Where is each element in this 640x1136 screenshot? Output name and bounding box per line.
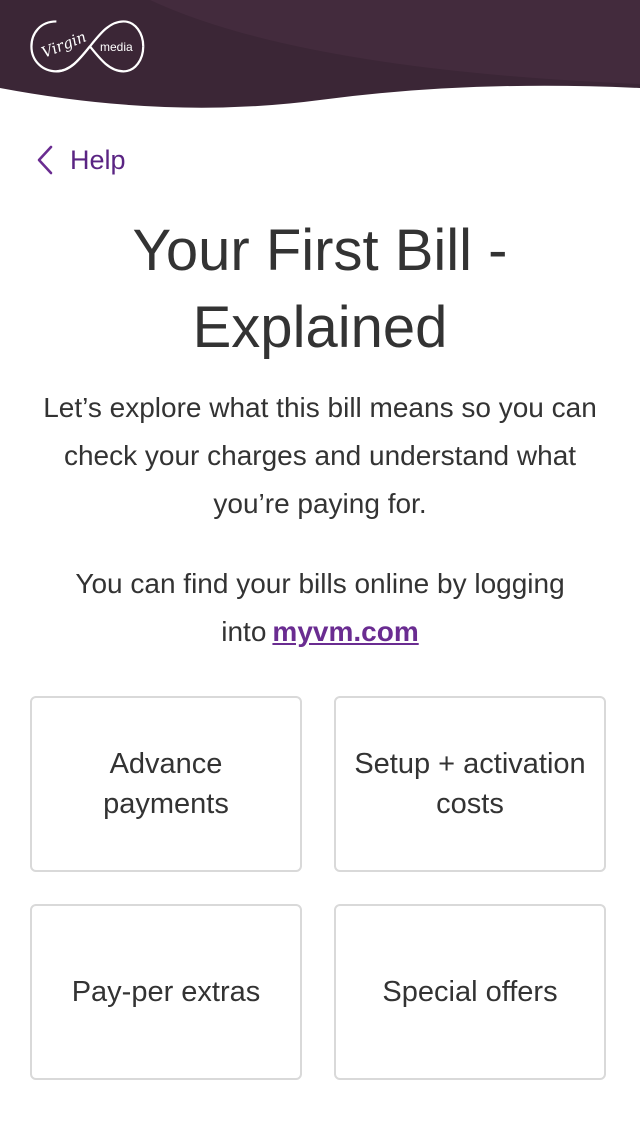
topic-card-advance-payments[interactable]: Advance payments: [30, 696, 302, 872]
topic-card-label: Advance payments: [103, 748, 229, 820]
page: Virgin media Help Your First Bill - Expl…: [0, 0, 640, 1136]
topic-card-label: Setup + activation costs: [354, 748, 586, 820]
topic-card-label: Pay-per extras: [71, 976, 261, 1008]
myvm-link[interactable]: myvm.com: [272, 616, 418, 647]
topic-card-pay-per-extras[interactable]: Pay-per extras: [30, 904, 302, 1080]
chevron-left-icon: [37, 145, 53, 175]
virgin-media-logo-icon: Virgin media: [30, 20, 145, 73]
virgin-media-logo[interactable]: Virgin media: [28, 18, 146, 84]
intro-text: Let’s explore what this bill means so yo…: [43, 392, 597, 519]
header-banner: Virgin media: [0, 0, 640, 125]
back-link-label: Help: [70, 144, 126, 175]
online-bills-text: You can find your bills online by loggin…: [60, 560, 580, 656]
topic-card-special-offers[interactable]: Special offers: [334, 904, 606, 1080]
page-title: Your First Bill - Explained: [132, 218, 508, 360]
topic-card-setup-activation-costs[interactable]: Setup + activation costs: [334, 696, 606, 872]
logo-media-text: media: [100, 40, 133, 54]
back-to-help-link[interactable]: Help: [34, 138, 126, 182]
topic-card-label: Special offers: [382, 976, 558, 1008]
